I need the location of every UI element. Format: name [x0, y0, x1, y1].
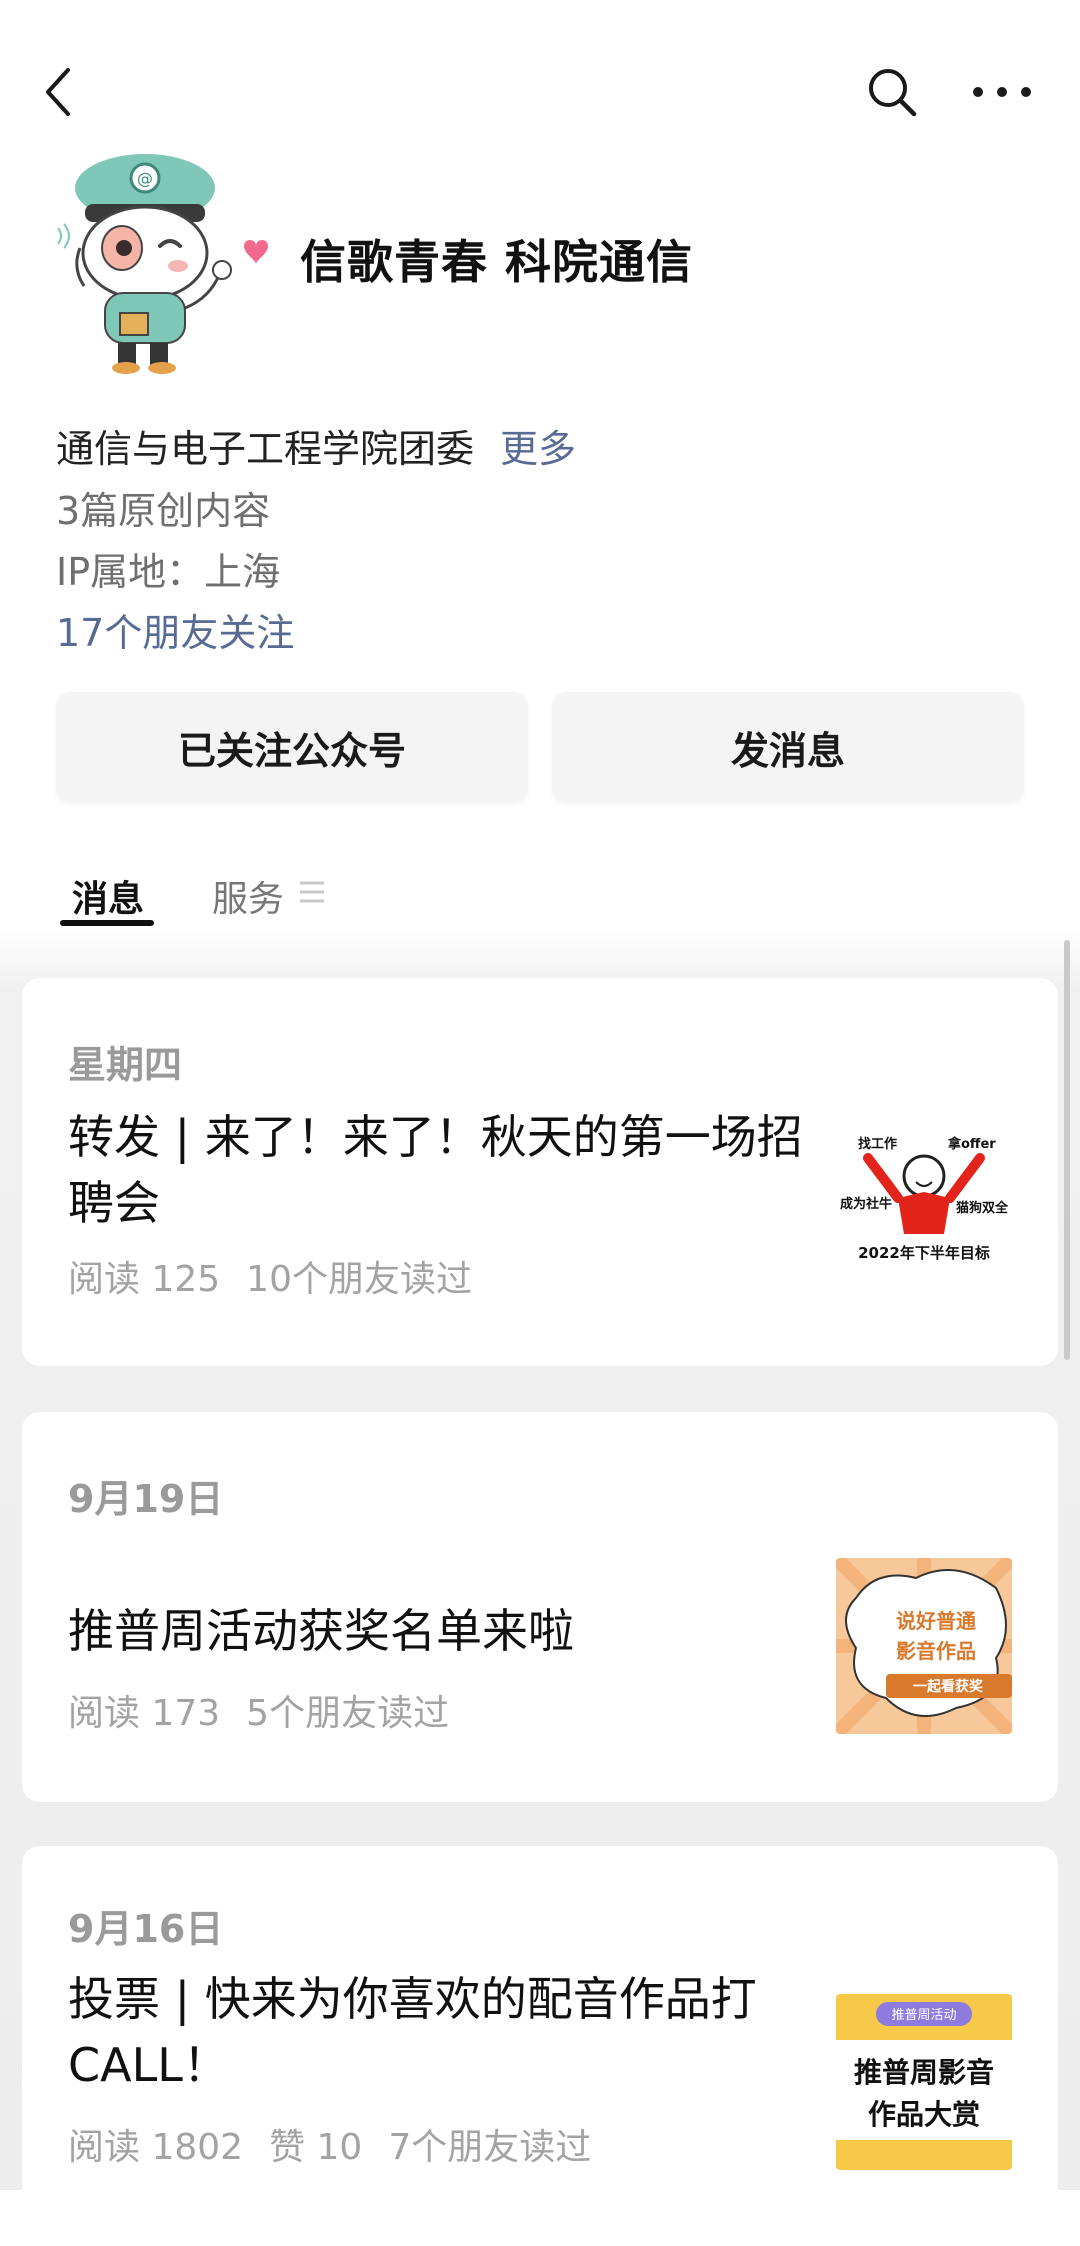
original-content-count: 3篇原创内容	[56, 489, 271, 533]
top-navigation-bar	[0, 0, 1080, 170]
thumb-text: 一起看获奖	[913, 1678, 984, 1695]
thumb-text: 说好普通	[896, 1609, 976, 1633]
friends-read: 5个朋友读过	[246, 1693, 450, 1734]
friends-read: 7个朋友读过	[388, 2127, 592, 2168]
article-title[interactable]: 投票 | 快来为你喜欢的配音作品打CALL！	[68, 1966, 808, 2098]
thumb-text: 成为社牛	[840, 1196, 892, 1212]
article-card[interactable]: 9月19日 推普周活动获奖名单来啦 阅读 173 5个朋友读过 说好普通 影音作品…	[22, 1412, 1058, 1802]
article-card[interactable]: 星期四 转发 | 来了！来了！秋天的第一场招聘会 阅读 125 10个朋友读过 找…	[22, 978, 1058, 1366]
tab-selected-indicator	[60, 920, 154, 926]
article-date: 9月19日	[68, 1477, 224, 1521]
back-arrow-icon[interactable]	[38, 62, 82, 122]
thumb-text: 推普周影音	[854, 2056, 994, 2089]
svg-text:@: @	[137, 169, 153, 188]
ip-location: IP属地：上海	[56, 550, 281, 594]
account-avatar[interactable]: @	[50, 148, 270, 378]
thumb-text: 2022年下半年目标	[858, 1244, 990, 1262]
read-count: 阅读 173	[68, 1693, 221, 1734]
article-meta: 阅读 125 10个朋友读过	[68, 1250, 498, 1302]
read-count: 阅读 1802	[68, 2127, 244, 2168]
menu-lines-icon[interactable]	[298, 878, 326, 906]
article-thumbnail[interactable]: 推普周活动 推普周影音 作品大赏	[836, 1994, 1012, 2170]
article-date: 9月16日	[68, 1907, 224, 1951]
thumb-text: 作品大赏	[868, 2098, 980, 2131]
friends-following-link[interactable]: 17个朋友关注	[56, 602, 294, 657]
article-thumbnail[interactable]: 找工作 拿offer 成为社牛 猫狗双全 2022年下半年目标	[836, 1108, 1012, 1284]
article-date: 星期四	[68, 1043, 183, 1087]
scrollbar[interactable]	[1064, 940, 1070, 1360]
article-meta: 阅读 1802 赞 10 7个朋友读过	[68, 2118, 617, 2170]
search-icon[interactable]	[862, 62, 922, 122]
thumb-text: 推普周活动	[891, 2008, 956, 2023]
tab-messages[interactable]: 消息	[72, 870, 144, 922]
thumb-text: 拿offer	[947, 1136, 996, 1152]
article-card[interactable]: 9月16日 投票 | 快来为你喜欢的配音作品打CALL！ 阅读 1802 赞 10…	[22, 1846, 1058, 2246]
article-title[interactable]: 推普周活动获奖名单来啦	[68, 1598, 808, 1664]
thumb-text: 找工作	[858, 1136, 897, 1152]
read-count: 阅读 125	[68, 1259, 221, 1300]
followed-account-button[interactable]: 已关注公众号	[56, 692, 528, 802]
more-options-icon[interactable]	[970, 72, 1034, 112]
article-thumbnail[interactable]: 说好普通 影音作品 一起看获奖	[836, 1558, 1012, 1734]
like-count: 赞 10	[269, 2127, 363, 2168]
account-description: 通信与电子工程学院团委 更多	[56, 418, 576, 473]
article-title[interactable]: 转发 | 来了！来了！秋天的第一场招聘会	[68, 1104, 808, 1236]
article-meta: 阅读 173 5个朋友读过	[68, 1684, 475, 1736]
account-name: 信歌青春 科院通信	[300, 235, 694, 289]
thumb-text: 影音作品	[896, 1639, 976, 1663]
friends-read: 10个朋友读过	[246, 1259, 472, 1300]
more-link[interactable]: 更多	[500, 427, 576, 471]
send-message-button[interactable]: 发消息	[552, 692, 1024, 802]
description-text: 通信与电子工程学院团委	[56, 427, 475, 471]
tab-services[interactable]: 服务	[212, 870, 284, 922]
thumb-text: 猫狗双全	[956, 1200, 1009, 1216]
